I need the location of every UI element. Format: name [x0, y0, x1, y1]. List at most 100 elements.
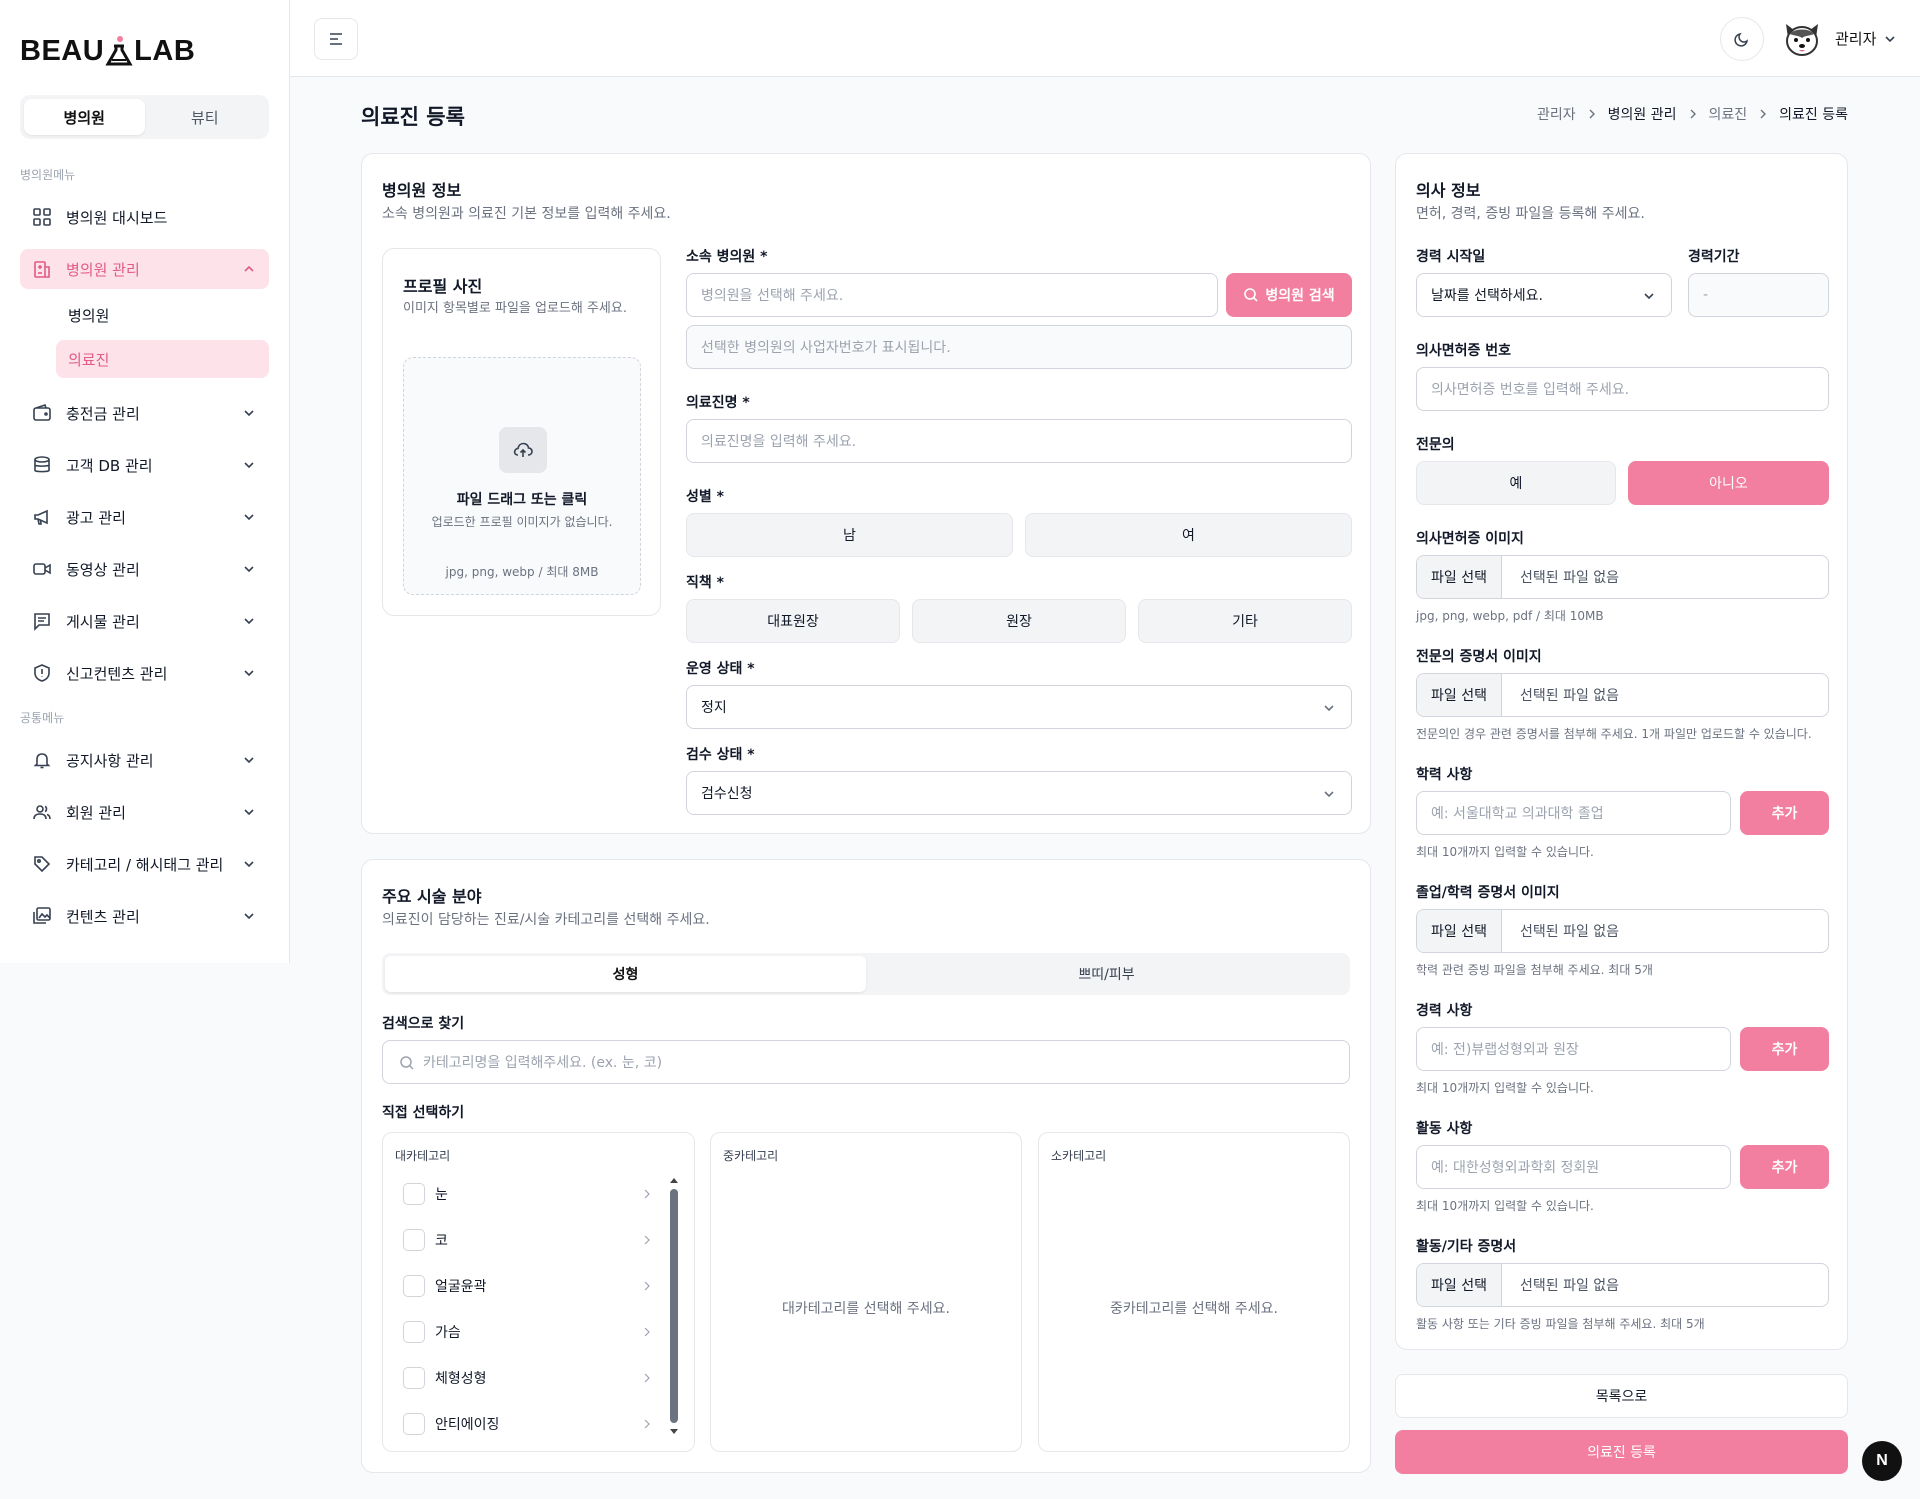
file-select-button[interactable]: 파일 선택 — [1417, 556, 1502, 598]
logo[interactable]: BEAU LAB — [20, 34, 195, 68]
doctor-name-input[interactable]: 의료진명을 입력해 주세요. — [686, 419, 1352, 463]
breadcrumb-item[interactable]: 관리자 — [1537, 104, 1576, 124]
sidebar-item-charge[interactable]: 충전금 관리 — [20, 393, 269, 433]
scrollbar-thumb[interactable] — [670, 1189, 678, 1423]
search-icon — [400, 1056, 414, 1070]
sidebar-subitem-hospital[interactable]: 병의원 — [56, 296, 269, 334]
chevron-right-icon — [644, 1281, 650, 1291]
avatar[interactable] — [1780, 16, 1824, 60]
chevron-down-icon — [1644, 293, 1654, 300]
wallet-icon — [33, 403, 51, 421]
gender-female-button[interactable]: 여 — [1025, 513, 1352, 557]
sidebar-item-posts[interactable]: 게시물 관리 — [20, 601, 269, 641]
license-image-file[interactable]: 파일 선택 선택된 파일 없음 — [1416, 555, 1829, 599]
career-add-button[interactable]: 추가 — [1740, 1027, 1829, 1071]
sidebar-item-label: 충전금 관리 — [66, 404, 140, 423]
activity-input[interactable]: 예: 대한성형외과학회 정회원 — [1416, 1145, 1731, 1189]
position-head-button[interactable]: 원장 — [912, 599, 1126, 643]
education-add-button[interactable]: 추가 — [1740, 791, 1829, 835]
category-item[interactable]: 눈 — [403, 1180, 653, 1208]
specialist-yes-button[interactable]: 예 — [1416, 461, 1616, 505]
sidebar-subitem-doctor[interactable]: 의료진 — [56, 340, 269, 378]
category-item[interactable]: 얼굴윤곽 — [403, 1272, 653, 1300]
career-start-label: 경력 시작일 — [1416, 249, 1486, 265]
review-label: 검수 상태 * — [686, 747, 755, 763]
file-select-button[interactable]: 파일 선택 — [1417, 1264, 1502, 1306]
small-category-panel: 소카테고리 중카테고리를 선택해 주세요. — [1038, 1132, 1350, 1452]
drop-formats: jpg, png, webp / 최대 8MB — [445, 565, 599, 579]
hospital-input[interactable]: 병의원을 선택해 주세요. — [686, 273, 1218, 317]
checkbox[interactable] — [403, 1367, 425, 1389]
scrollbar[interactable] — [669, 1175, 679, 1437]
register-doctor-button[interactable]: 의료진 등록 — [1395, 1430, 1848, 1474]
specialist-image-file[interactable]: 파일 선택 선택된 파일 없음 — [1416, 673, 1829, 717]
graduation-image-file[interactable]: 파일 선택 선택된 파일 없음 — [1416, 909, 1829, 953]
career-hint: 최대 10개까지 입력할 수 있습니다. — [1416, 1081, 1594, 1095]
card-description: 소속 병의원과 의료진 기본 정보를 입력해 주세요. — [382, 206, 671, 222]
chevron-down-icon — [1324, 705, 1334, 712]
tab-petit-skin[interactable]: 쁘띠/피부 — [866, 956, 1347, 992]
sidebar-item-members[interactable]: 회원 관리 — [20, 792, 269, 832]
tab-plastic-surgery[interactable]: 성형 — [385, 956, 866, 992]
large-category-panel: 대카테고리 눈 코 얼굴윤곽 가슴 체형성형 안티에이징 — [382, 1132, 695, 1452]
breadcrumb-item[interactable]: 의료진 — [1709, 104, 1748, 124]
specialist-no-button[interactable]: 아니오 — [1628, 461, 1829, 505]
checkbox[interactable] — [403, 1229, 425, 1251]
sidebar-item-notice[interactable]: 공지사항 관리 — [20, 740, 269, 780]
chevron-right-icon — [644, 1327, 650, 1337]
file-name: 선택된 파일 없음 — [1519, 924, 1620, 940]
chevron-up-icon — [244, 265, 254, 272]
gender-male-button[interactable]: 남 — [686, 513, 1013, 557]
back-to-list-button[interactable]: 목록으로 — [1395, 1374, 1848, 1418]
career-input[interactable]: 예: 전)뷰랩성형외과 원장 — [1416, 1027, 1731, 1071]
chevron-right-icon — [1690, 109, 1696, 119]
checkbox[interactable] — [403, 1321, 425, 1343]
menu-toggle-button[interactable] — [314, 18, 358, 60]
category-item[interactable]: 체형성형 — [403, 1364, 653, 1392]
sidebar-item-ads[interactable]: 광고 관리 — [20, 497, 269, 537]
scroll-down-icon[interactable] — [669, 1427, 679, 1437]
sidebar-item-reports[interactable]: 신고컨텐츠 관리 — [20, 653, 269, 693]
sidebar-item-customer-db[interactable]: 고객 DB 관리 — [20, 445, 269, 485]
n-badge[interactable]: N — [1862, 1441, 1902, 1481]
toggle-beauty[interactable]: 뷰티 — [145, 99, 266, 135]
career-start-select[interactable]: 날짜를 선택하세요. — [1416, 273, 1672, 317]
activity-cert-file[interactable]: 파일 선택 선택된 파일 없음 — [1416, 1263, 1829, 1307]
sidebar-item-dashboard[interactable]: 병의원 대시보드 — [20, 197, 269, 237]
education-label: 학력 사항 — [1416, 767, 1473, 783]
category-item[interactable]: 코 — [403, 1226, 653, 1254]
sidebar-item-video[interactable]: 동영상 관리 — [20, 549, 269, 589]
breadcrumb-item[interactable]: 병의원 관리 — [1608, 104, 1677, 124]
position-other-button[interactable]: 기타 — [1138, 599, 1352, 643]
user-menu[interactable]: 관리자 — [1835, 28, 1898, 49]
position-director-button[interactable]: 대표원장 — [686, 599, 900, 643]
status-select[interactable]: 정지 — [686, 685, 1352, 729]
theme-toggle-button[interactable] — [1720, 17, 1764, 61]
scroll-up-icon[interactable] — [669, 1175, 679, 1185]
checkbox[interactable] — [403, 1183, 425, 1205]
activity-add-button[interactable]: 추가 — [1740, 1145, 1829, 1189]
specialty-tabs: 성형 쁘띠/피부 — [382, 953, 1350, 995]
review-select[interactable]: 검수신청 — [686, 771, 1352, 815]
education-input[interactable]: 예: 서울대학교 의과대학 졸업 — [1416, 791, 1731, 835]
sidebar-item-hospital-manage[interactable]: 병의원 관리 — [20, 249, 269, 289]
upload-icon-wrap — [499, 427, 547, 473]
file-select-button[interactable]: 파일 선택 — [1417, 674, 1502, 716]
sidebar-item-contents[interactable]: 컨텐츠 관리 — [20, 896, 269, 936]
career-label: 경력 사항 — [1416, 1003, 1473, 1019]
checkbox[interactable] — [403, 1275, 425, 1297]
card-description: 의료진이 담당하는 진료/시술 카테고리를 선택해 주세요. — [382, 912, 710, 928]
sidebar-item-category[interactable]: 카테고리 / 해시태그 관리 — [20, 844, 269, 884]
business-number-field: 선택한 병의원의 사업자번호가 표시됩니다. — [686, 325, 1352, 369]
file-select-button[interactable]: 파일 선택 — [1417, 910, 1502, 952]
checkbox[interactable] — [403, 1413, 425, 1435]
photo-dropzone[interactable]: 파일 드래그 또는 클릭 업로드한 프로필 이미지가 없습니다. jpg, pn… — [403, 357, 641, 595]
category-item[interactable]: 안티에이징 — [403, 1410, 653, 1438]
toggle-hospital[interactable]: 병의원 — [24, 99, 145, 135]
file-name: 선택된 파일 없음 — [1519, 570, 1620, 586]
category-item[interactable]: 가슴 — [403, 1318, 653, 1346]
hospital-search-button[interactable]: 병의원 검색 — [1226, 273, 1352, 317]
category-search-input[interactable]: 카테고리명을 입력해주세요. (ex. 눈, 코) — [382, 1040, 1350, 1084]
drop-title: 파일 드래그 또는 클릭 — [456, 492, 588, 508]
license-number-input[interactable]: 의사면허증 번호를 입력해 주세요. — [1416, 367, 1829, 411]
